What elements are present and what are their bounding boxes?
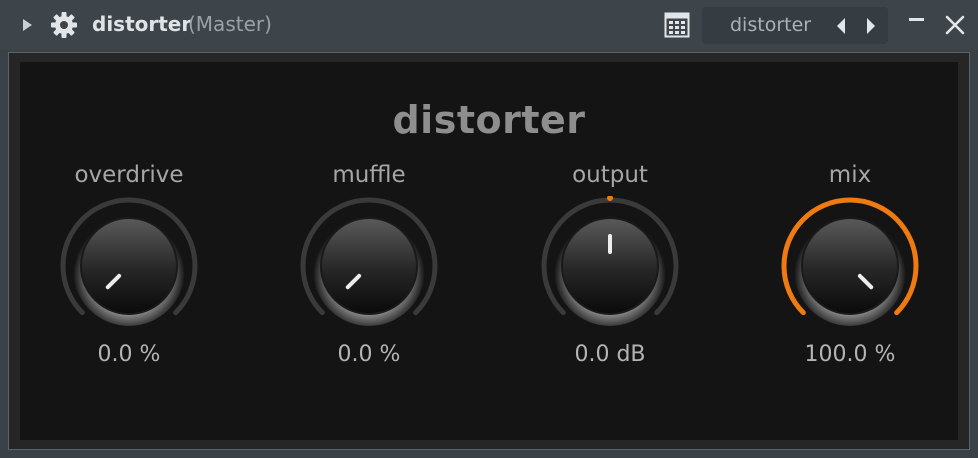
knob-body [80,217,178,315]
output-control: output 0.0 dB [510,160,710,380]
preset-name: distorter [730,14,812,36]
mix-control: mix 100.0 % [750,160,950,380]
overdrive-knob[interactable] [59,196,199,336]
knob-body [801,217,899,315]
preset-selector[interactable]: distorter [702,7,888,44]
knob-value: 0.0 % [337,342,401,367]
knob-value: 100.0 % [804,342,896,367]
arrow-left-icon[interactable] [832,15,850,37]
knob-label: output [572,162,648,188]
window-context: (Master) [188,12,272,36]
muffle-knob[interactable] [299,196,439,336]
plugin-panel: distorter overdrive 0.0 % muffle 0.0 % o… [20,62,958,440]
plugin-heading: distorter [392,98,586,142]
mix-knob[interactable] [780,196,920,336]
arrow-right-icon[interactable] [862,15,880,37]
minimize-icon[interactable] [906,10,928,32]
close-icon[interactable] [942,12,968,38]
grid-icon[interactable] [664,12,690,38]
overdrive-control: overdrive 0.0 % [29,160,229,380]
title-bar: distorter (Master) distorter [0,0,978,50]
triangle-right-icon[interactable] [20,16,36,34]
window-title: distorter [92,12,192,36]
knob-value: 0.0 % [97,342,161,367]
knob-body [561,217,659,315]
knob-body [320,217,418,315]
knob-label: overdrive [74,162,184,188]
gear-icon[interactable] [50,11,78,39]
muffle-control: muffle 0.0 % [269,160,469,380]
knob-label: mix [828,162,872,188]
output-knob[interactable] [540,196,680,336]
knob-value: 0.0 dB [574,342,646,367]
knob-label: muffle [332,162,406,188]
